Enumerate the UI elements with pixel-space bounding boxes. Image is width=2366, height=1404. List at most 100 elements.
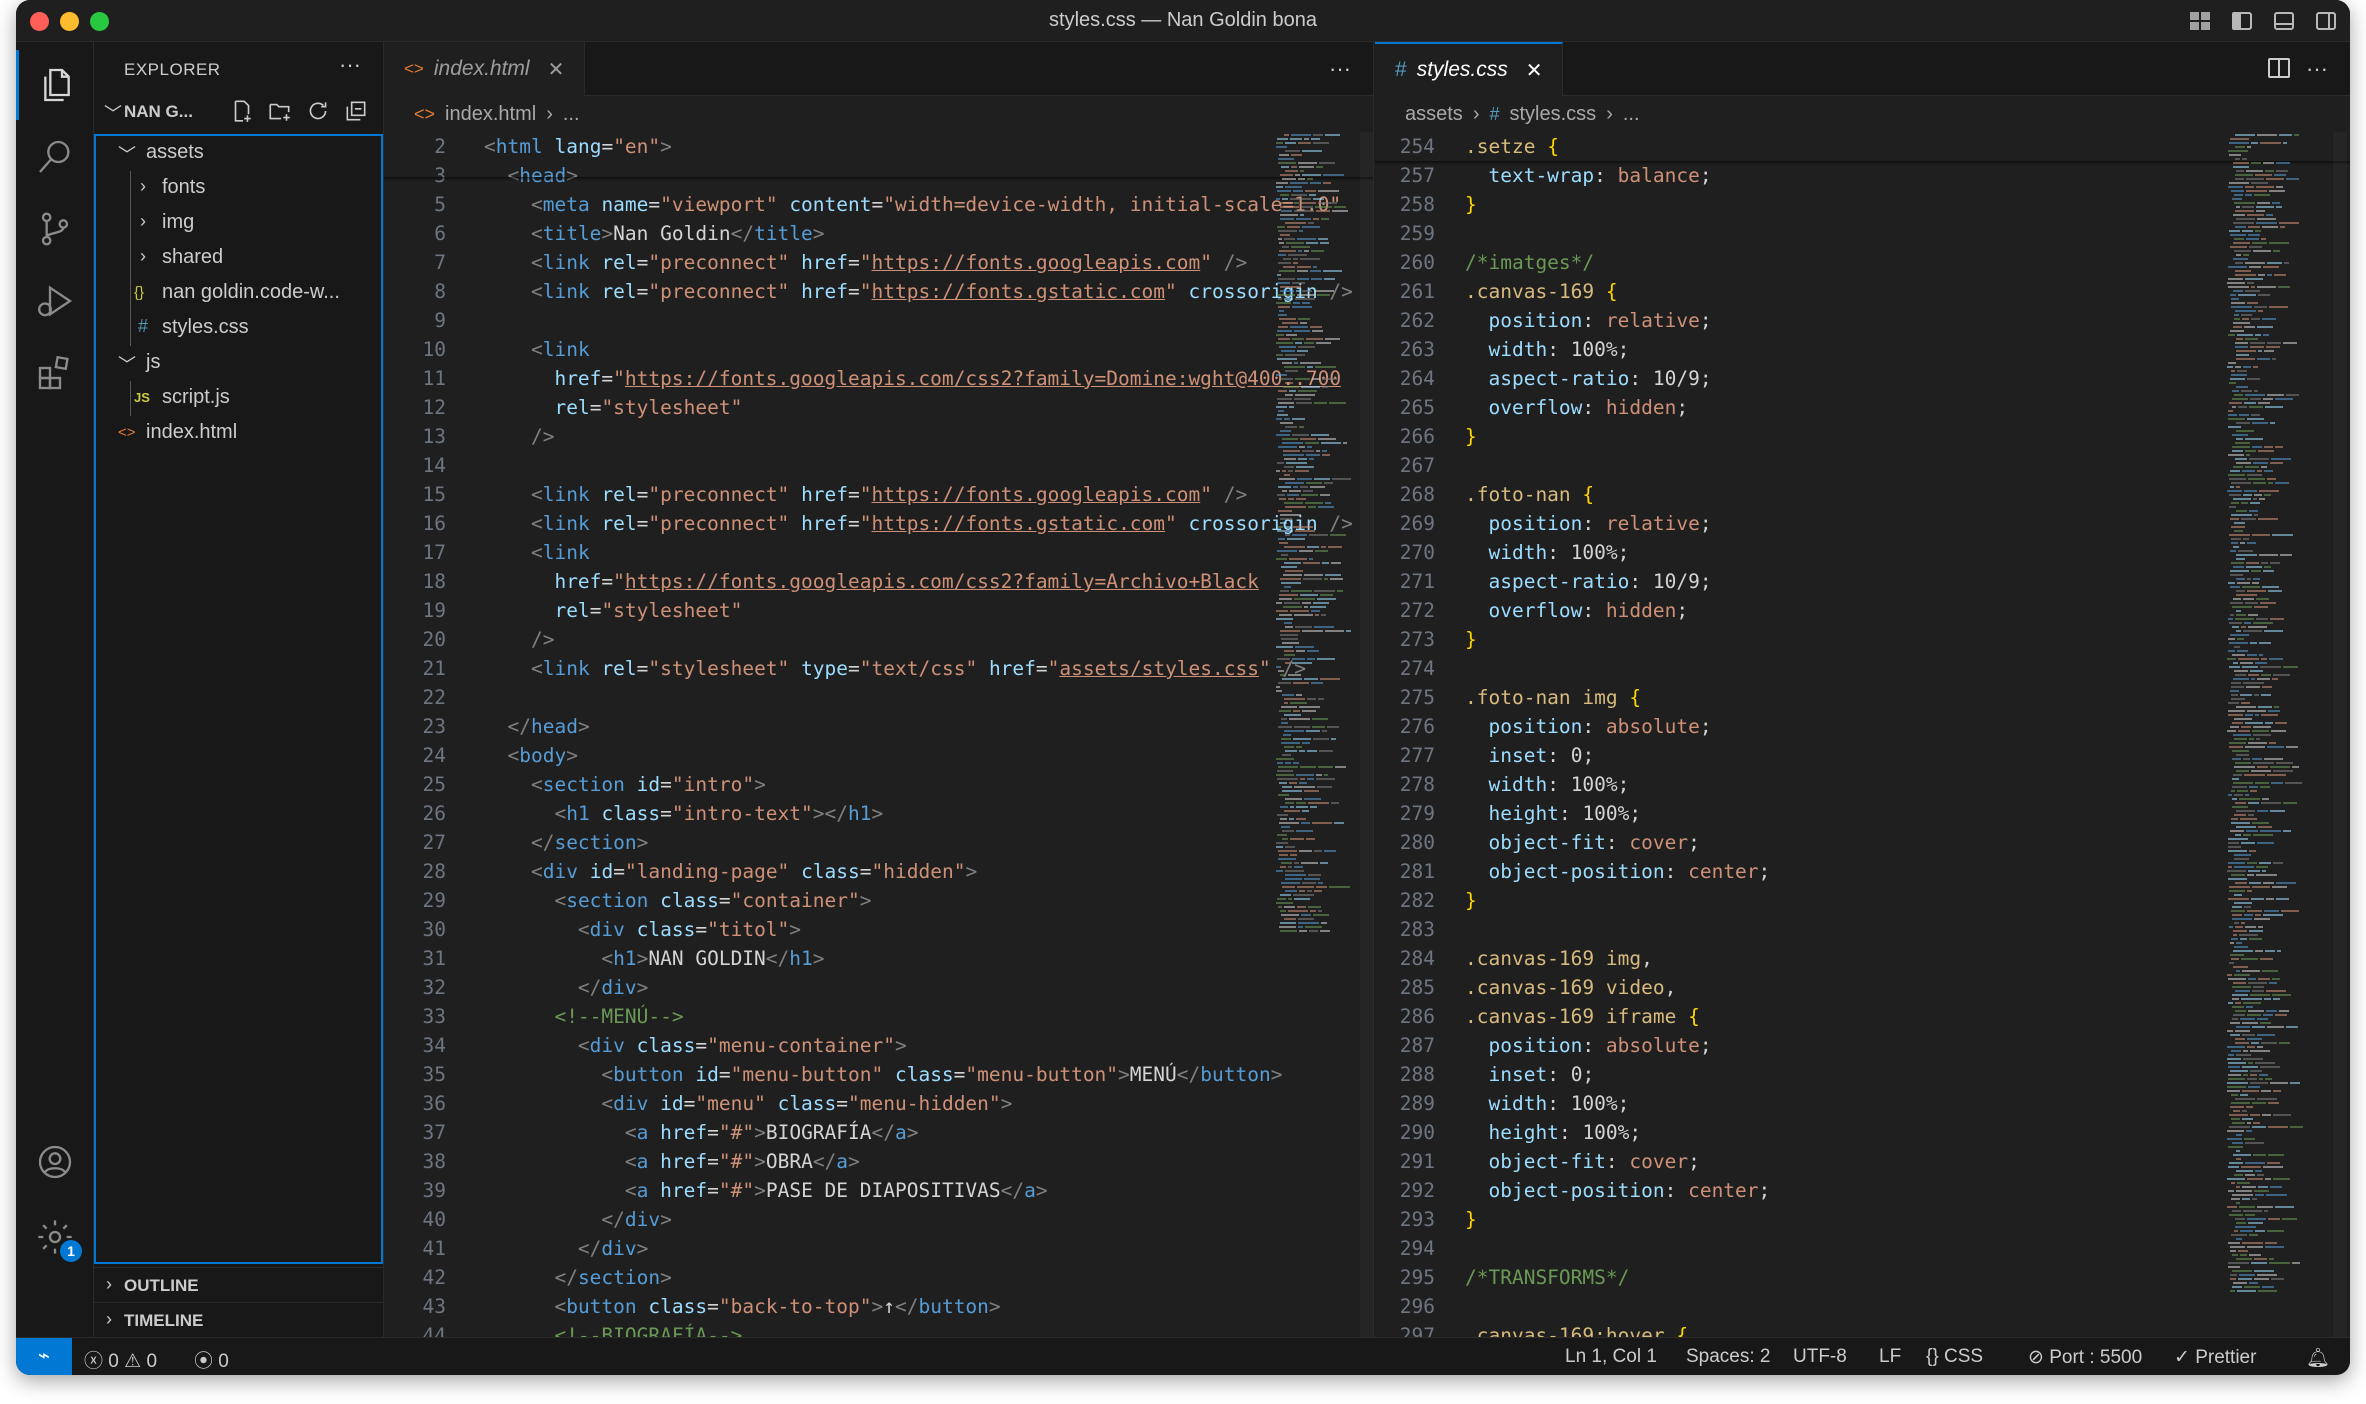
code-line[interactable]: 292 object-position: center; [1375,1176,2350,1205]
code-line[interactable]: 20 /> [384,625,1373,654]
accounts-icon[interactable] [16,1127,94,1197]
toggle-panel-icon[interactable] [2270,8,2298,34]
tree-item-workspace-file[interactable]: {} nan goldin.code-w... [96,276,381,311]
breadcrumb-item[interactable]: ... [1623,103,1640,126]
code-line[interactable]: 266} [1375,422,2350,451]
code-line[interactable]: 262 position: relative; [1375,306,2350,335]
code-line[interactable]: 275 .foto-nan img { [1375,683,2350,712]
code-line[interactable]: 263 width: 100%; [1375,335,2350,364]
tree-item-img[interactable]: › img [96,206,381,241]
run-debug-icon[interactable] [16,266,94,336]
breadcrumb-item[interactable]: ... [563,103,580,126]
source-control-icon[interactable] [16,194,94,264]
tree-item-shared[interactable]: › shared [96,241,381,276]
ports-status[interactable]: ⦿ 0 [194,1346,229,1373]
code-line[interactable]: 29 <section class="container"> [384,886,1373,915]
code-line[interactable]: 37 <a href="#">BIOGRAFÍA</a> [384,1118,1373,1147]
manage-gear-icon[interactable]: 1 [16,1202,94,1272]
code-line[interactable]: 19 rel="stylesheet" [384,596,1373,625]
new-file-icon[interactable] [229,98,255,124]
code-line[interactable]: 31 <h1>NAN GOLDIN</h1> [384,944,1373,973]
code-line[interactable]: 3 <head> [384,161,1373,190]
prettier-status[interactable]: ✓ Prettier [2174,1346,2256,1369]
remote-indicator[interactable]: ⌁ [16,1338,72,1375]
vertical-scrollbar[interactable] [2333,132,2347,1337]
code-line[interactable]: 280 object-fit: cover; [1375,828,2350,857]
code-line[interactable]: 294 [1375,1234,2350,1263]
code-line[interactable]: 277 inset: 0; [1375,741,2350,770]
close-tab-icon[interactable]: ✕ [1526,58,1543,83]
code-line[interactable]: 291 object-fit: cover; [1375,1147,2350,1176]
code-line[interactable]: 8 <link rel="preconnect" href="https://f… [384,277,1373,306]
code-line[interactable]: 33 <!--MENÚ--> [384,1002,1373,1031]
code-line[interactable]: 18 href="https://fonts.googleapis.com/cs… [384,567,1373,596]
code-line[interactable]: 41 </div> [384,1234,1373,1263]
code-line[interactable]: 284 .canvas-169 img, [1375,944,2350,973]
code-line[interactable]: 278 width: 100%; [1375,770,2350,799]
code-line[interactable]: 6 <title>Nan Goldin</title> [384,219,1373,248]
code-line[interactable]: 36 <div id="menu" class="menu-hidden"> [384,1089,1373,1118]
explorer-icon[interactable] [16,50,94,120]
collapse-all-icon[interactable] [343,98,369,124]
vertical-scrollbar[interactable] [1360,132,1373,1337]
code-line[interactable]: 42 </section> [384,1263,1373,1292]
minimap[interactable] [1274,132,1354,1337]
code-line[interactable]: 258} [1375,190,2350,219]
toggle-secondary-sidebar-icon[interactable] [2312,8,2340,34]
code-line[interactable]: 43 <button class="back-to-top">↑</button… [384,1292,1373,1321]
tree-item-fonts[interactable]: › fonts [96,171,381,206]
code-line[interactable]: 7 <link rel="preconnect" href="https://f… [384,248,1373,277]
code-line[interactable]: 26 <h1 class="intro-text"></h1> [384,799,1373,828]
tree-item-js[interactable]: ﹀ js [96,346,381,381]
tree-item-assets[interactable]: ﹀ assets [96,136,381,171]
code-line[interactable]: 30 <div class="titol"> [384,915,1373,944]
indentation-status[interactable]: Spaces: 2 [1686,1346,1771,1368]
tab-styles-css[interactable]: # styles.css ✕ [1375,42,1564,96]
problems-status[interactable]: ⓧ 0 ⚠ 0 [84,1346,157,1373]
eol-status[interactable]: LF [1879,1346,1901,1368]
code-line[interactable]: 13 /> [384,422,1373,451]
tab-index-html[interactable]: <> index.html ✕ [384,42,586,96]
code-line[interactable]: 17 <link [384,538,1373,567]
code-line[interactable]: 271 aspect-ratio: 10/9; [1375,567,2350,596]
code-line[interactable]: 9 [384,306,1373,335]
code-line[interactable]: 287 position: absolute; [1375,1031,2350,1060]
tree-item-styles-css[interactable]: # styles.css [96,311,381,346]
tree-item-index-html[interactable]: <> index.html [96,416,381,451]
code-line[interactable]: 281 object-position: center; [1375,857,2350,886]
customize-layout-icon[interactable] [2186,8,2214,34]
code-line[interactable]: 34 <div class="menu-container"> [384,1031,1373,1060]
code-line[interactable]: 5 <meta name="viewport" content="width=d… [384,190,1373,219]
tree-item-script-js[interactable]: JS script.js [96,381,381,416]
code-line[interactable]: 288 inset: 0; [1375,1060,2350,1089]
code-line[interactable]: 11 href="https://fonts.googleapis.com/cs… [384,364,1373,393]
toggle-primary-sidebar-icon[interactable] [2228,8,2256,34]
code-line[interactable]: 295/*TRANSFORMS*/ [1375,1263,2350,1292]
code-line[interactable]: 276 position: absolute; [1375,712,2350,741]
code-line[interactable]: 282} [1375,886,2350,915]
breadcrumb-item[interactable]: styles.css [1510,103,1597,126]
code-line[interactable]: 15 <link rel="preconnect" href="https://… [384,480,1373,509]
editor-more-icon[interactable]: ··· [2306,56,2328,82]
code-line[interactable]: 285 .canvas-169 video, [1375,973,2350,1002]
code-line[interactable]: 259 [1375,219,2350,248]
code-line[interactable]: 261 .canvas-169 { [1375,277,2350,306]
live-server-port[interactable]: ⊘ Port : 5500 [2028,1346,2142,1369]
code-line[interactable]: 32 </div> [384,973,1373,1002]
code-line[interactable]: 24 <body> [384,741,1373,770]
code-line[interactable]: 283 [1375,915,2350,944]
code-line[interactable]: 260/*imatges*/ [1375,248,2350,277]
extensions-icon[interactable] [16,338,94,408]
code-line[interactable]: 35 <button id="menu-button" class="menu-… [384,1060,1373,1089]
outline-section[interactable]: › OUTLINE [94,1267,383,1302]
code-line[interactable]: 267 [1375,451,2350,480]
code-line[interactable]: 254 .setze { [1375,132,2350,161]
code-line[interactable]: 293} [1375,1205,2350,1234]
code-line[interactable]: 10 <link [384,335,1373,364]
code-line[interactable]: 14 [384,451,1373,480]
code-line[interactable]: 23 </head> [384,712,1373,741]
cursor-position[interactable]: Ln 1, Col 1 [1565,1346,1657,1368]
refresh-icon[interactable] [305,98,331,124]
code-line[interactable]: 2 <html lang="en"> [384,132,1373,161]
code-line[interactable]: 297 .canvas-169:hover { [1375,1321,2350,1337]
